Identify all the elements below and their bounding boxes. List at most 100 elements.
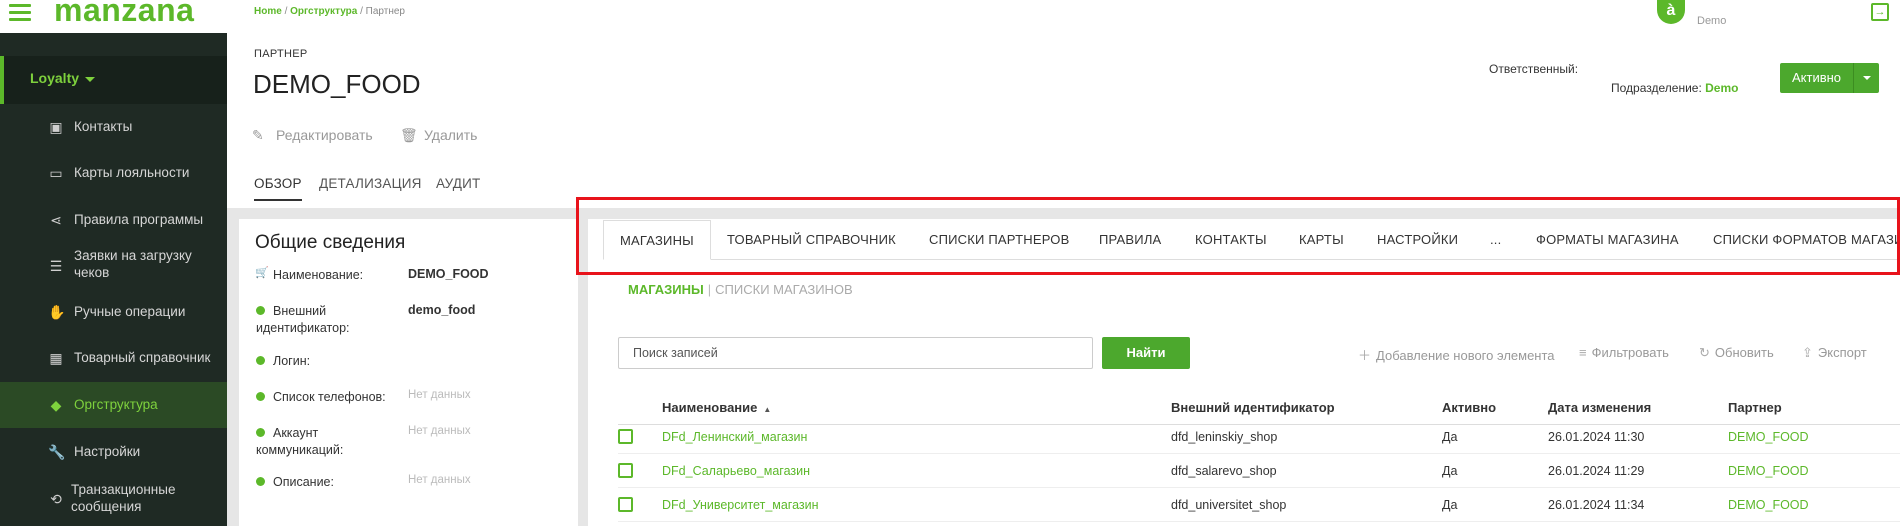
status-caret[interactable] bbox=[1853, 63, 1879, 93]
breadcrumb-home[interactable]: Home bbox=[254, 6, 282, 17]
sidebar-item-label: Правила программы bbox=[74, 212, 204, 227]
info-key: Внешний идентификатор: bbox=[256, 304, 350, 335]
partner-link[interactable]: DEMO_FOOD bbox=[1728, 430, 1809, 444]
row-checkbox[interactable] bbox=[618, 497, 633, 512]
layers-icon: ◆ bbox=[50, 397, 62, 413]
credit-card-icon: ▭ bbox=[49, 165, 63, 181]
delete-label: Удалить bbox=[424, 127, 478, 143]
breadcrumb: Home / Оргструктура / Партнер bbox=[254, 6, 405, 17]
filter-label: Фильтровать bbox=[1591, 345, 1669, 360]
info-value: demo_food bbox=[408, 303, 476, 317]
edit-button[interactable]: ✎ Редактировать bbox=[252, 127, 373, 144]
external-id-cell: dfd_universitet_shop bbox=[1171, 498, 1287, 512]
sidebar-item-transactional-messages[interactable]: ⟲ Транзакционные сообщения bbox=[0, 480, 227, 520]
export-label: Экспорт bbox=[1817, 345, 1867, 360]
highlight-box bbox=[576, 197, 1900, 275]
info-key: Наименование: bbox=[273, 268, 364, 282]
sidebar-item-label: Настройки bbox=[74, 444, 141, 459]
department-label: Подразделение: bbox=[1611, 81, 1702, 95]
sidebar-item-label: Контакты bbox=[74, 119, 133, 134]
export-icon: ⇪ bbox=[1802, 345, 1813, 360]
tab-overview[interactable]: ОБЗОР bbox=[254, 176, 302, 201]
modified-date-cell: 26.01.2024 11:34 bbox=[1548, 498, 1645, 512]
hamburger-menu-icon[interactable] bbox=[9, 4, 31, 22]
column-header-partner[interactable]: Партнер bbox=[1728, 400, 1782, 415]
external-id-cell: dfd_salarevo_shop bbox=[1171, 464, 1277, 478]
active-cell: Да bbox=[1442, 498, 1458, 512]
sidebar-item-label: Транзакционные сообщения bbox=[71, 482, 176, 514]
export-button[interactable]: ⇪ Экспорт bbox=[1802, 345, 1867, 361]
sidebar-item-label: Товарный справочник bbox=[74, 350, 211, 365]
sidebar-item-product-catalog[interactable]: ▦ Товарный справочник bbox=[0, 346, 227, 370]
sort-asc-icon[interactable]: ▲ bbox=[763, 405, 771, 414]
info-key: Описание: bbox=[273, 475, 334, 489]
partner-link[interactable]: DEMO_FOOD bbox=[1728, 464, 1809, 478]
department-line: Подразделение: Demo bbox=[1611, 81, 1738, 95]
store-name-link[interactable]: DFd_Ленинский_магазин bbox=[662, 430, 807, 444]
row-checkbox[interactable] bbox=[618, 463, 633, 478]
status-dropdown-button[interactable]: Активно bbox=[1780, 63, 1879, 93]
column-header-name[interactable]: Наименование ▲ bbox=[662, 400, 771, 415]
search-button[interactable]: Найти bbox=[1102, 337, 1190, 369]
avatar[interactable]: à bbox=[1657, 0, 1685, 24]
sidebar-item-program-rules[interactable]: ⋖ Правила программы bbox=[0, 208, 227, 232]
section-link-stores[interactable]: МАГАЗИНЫ bbox=[628, 282, 704, 297]
column-header-modified-date[interactable]: Дата изменения bbox=[1548, 400, 1651, 415]
sidebar-item-settings[interactable]: 🔧 Настройки bbox=[0, 440, 227, 464]
info-card-title: Общие сведения bbox=[255, 232, 406, 253]
external-id-cell: dfd_leninskiy_shop bbox=[1171, 430, 1278, 444]
delete-button[interactable]: 🗑 Удалить bbox=[400, 127, 477, 144]
breadcrumb-org-structure[interactable]: Оргструктура bbox=[290, 6, 357, 17]
cart-icon: 🛒 bbox=[255, 267, 269, 279]
active-cell: Да bbox=[1442, 430, 1458, 444]
info-value: DEMO_FOOD bbox=[408, 267, 489, 281]
trash-icon: 🗑 bbox=[400, 127, 418, 143]
caret-down-icon bbox=[85, 76, 96, 82]
modified-date-cell: 26.01.2024 11:30 bbox=[1548, 430, 1645, 444]
sidebar-item-loyalty-cards[interactable]: ▭ Карты лояльности bbox=[0, 161, 227, 185]
department-value[interactable]: Demo bbox=[1705, 81, 1738, 95]
section-link-store-lists[interactable]: СПИСКИ МАГАЗИНОВ bbox=[715, 282, 853, 297]
tab-audit[interactable]: АУДИТ bbox=[436, 176, 480, 191]
logout-icon[interactable]: → bbox=[1871, 3, 1889, 21]
modified-date-cell: 26.01.2024 11:29 bbox=[1548, 464, 1645, 478]
section-links: МАГАЗИНЫ | СПИСКИ МАГАЗИНОВ bbox=[628, 282, 853, 297]
section-separator: | bbox=[707, 282, 712, 297]
info-key: Список телефонов: bbox=[273, 390, 386, 404]
sidebar-item-org-structure[interactable]: ◆ Оргструктура bbox=[0, 382, 227, 428]
info-value: Нет данных bbox=[408, 425, 471, 437]
filter-button[interactable]: ≡ Фильтровать bbox=[1579, 345, 1669, 360]
row-checkbox[interactable] bbox=[618, 429, 633, 444]
add-element-label: Добавление нового элемента bbox=[1376, 348, 1555, 363]
hand-icon: ✋ bbox=[48, 304, 66, 320]
sidebar-item-contacts[interactable]: ▣ Контакты bbox=[0, 115, 227, 139]
breadcrumb-current: Партнер bbox=[365, 6, 405, 17]
sidebar-section-loyalty[interactable]: Loyalty bbox=[0, 56, 227, 104]
store-name-link[interactable]: DFd_Саларьево_магазин bbox=[662, 464, 810, 478]
plus-icon: ＋ bbox=[1358, 348, 1372, 363]
table-row[interactable]: DFd_Университет_магазин dfd_universitet_… bbox=[618, 488, 1900, 522]
info-key: Логин: bbox=[273, 354, 311, 368]
table-row[interactable]: DFd_Саларьево_магазин dfd_salarevo_shop … bbox=[618, 454, 1900, 488]
active-cell: Да bbox=[1442, 464, 1458, 478]
responsible-label: Ответственный: bbox=[1489, 62, 1579, 76]
info-dot-icon bbox=[256, 356, 265, 365]
refresh-label: Обновить bbox=[1714, 345, 1774, 360]
user-name[interactable]: Demo bbox=[1697, 15, 1726, 27]
info-key: Аккаунт коммуникаций: bbox=[256, 426, 344, 457]
store-name-link[interactable]: DFd_Университет_магазин bbox=[662, 498, 819, 512]
column-header-external-id[interactable]: Внешний идентификатор bbox=[1171, 400, 1335, 415]
column-header-label: Наименование bbox=[662, 400, 758, 415]
add-element-button[interactable]: ＋ Добавление нового элемента bbox=[1358, 345, 1555, 364]
table-row[interactable]: DFd_Ленинский_магазин dfd_leninskiy_shop… bbox=[618, 420, 1900, 454]
search-input[interactable] bbox=[618, 337, 1093, 369]
sidebar-item-manual-operations[interactable]: ✋ Ручные операции bbox=[0, 300, 227, 324]
tab-details[interactable]: ДЕТАЛИЗАЦИЯ bbox=[319, 176, 422, 191]
page-title: DEMO_FOOD bbox=[253, 69, 421, 99]
refresh-button[interactable]: ↻ Обновить bbox=[1699, 345, 1774, 361]
sidebar-item-receipt-requests[interactable]: ☰ Заявки на загрузку чеков bbox=[0, 246, 227, 286]
info-dot-icon bbox=[256, 392, 265, 401]
partner-link[interactable]: DEMO_FOOD bbox=[1728, 498, 1809, 512]
contact-card-icon: ▣ bbox=[49, 119, 63, 135]
column-header-active[interactable]: Активно bbox=[1442, 400, 1496, 415]
